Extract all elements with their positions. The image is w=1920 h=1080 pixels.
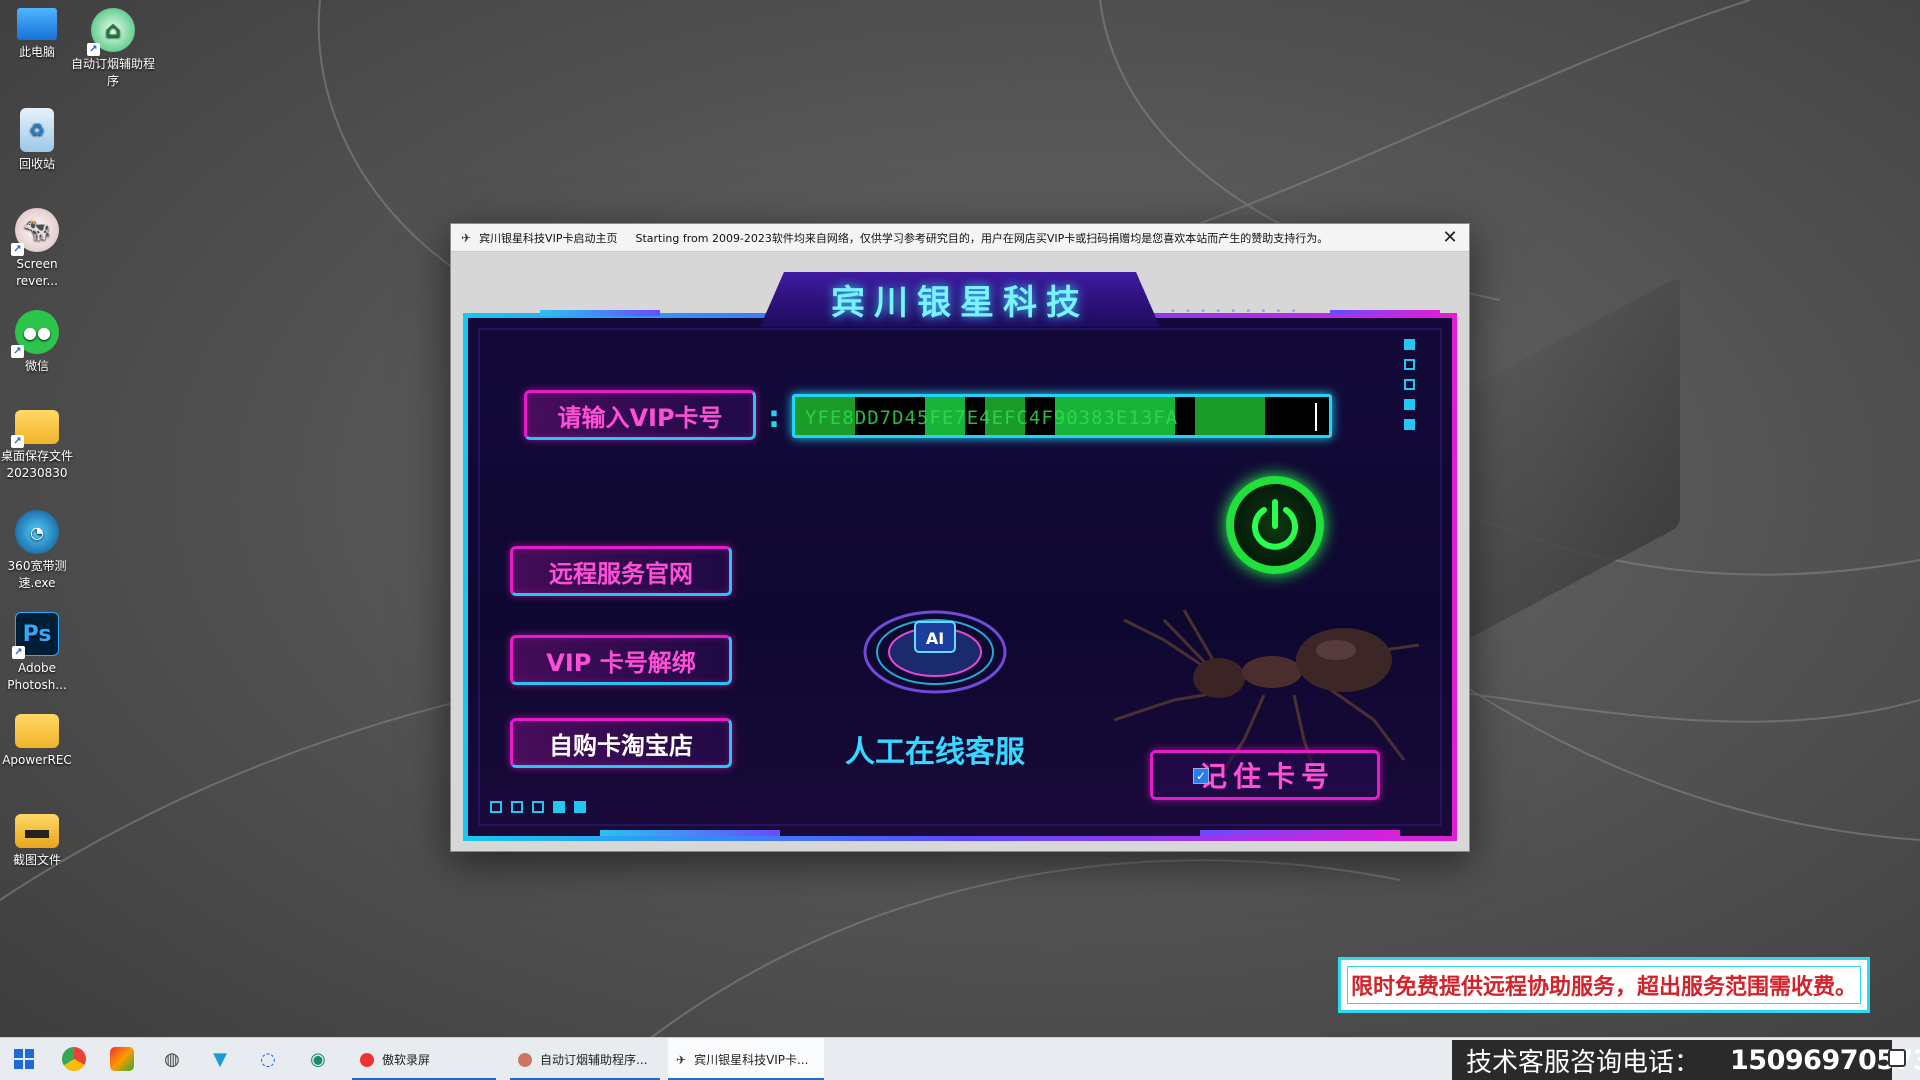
- vip-label: 请输入VIP卡号: [557, 403, 723, 432]
- brand-title: 宾川银星科技: [831, 283, 1089, 323]
- power-start-button[interactable]: [1226, 476, 1324, 574]
- vip-unbind-label: VIP 卡号解绑: [546, 648, 696, 677]
- desktop-icon-label: 微信: [24, 359, 49, 373]
- plane-icon: ✈: [676, 1052, 687, 1067]
- decor-dots: • • • • • • • • •: [1170, 306, 1300, 317]
- taskbar-app-vip-launcher[interactable]: ✈ 宾川银星科技VIP卡...: [668, 1038, 824, 1080]
- globe-icon[interactable]: ◍: [160, 1047, 184, 1071]
- shield-app-icon[interactable]: ▼: [208, 1047, 232, 1071]
- monitor-icon: [17, 8, 57, 40]
- power-icon: [1252, 499, 1298, 550]
- notification-icon[interactable]: [1888, 1049, 1906, 1067]
- desktop-icon-label: 桌面保存文件20230830: [0, 449, 73, 480]
- photoshop-icon: Ps ↗: [12, 612, 59, 659]
- app-title-icon: ✈: [461, 230, 472, 245]
- folder-icon: [15, 814, 59, 848]
- folder-icon: [15, 714, 59, 748]
- decor-squares-right: [1404, 339, 1415, 439]
- speedometer-icon: ◔: [15, 510, 59, 554]
- brand-header: 宾川银星科技: [760, 272, 1160, 327]
- svg-text:AI: AI: [926, 629, 944, 648]
- desktop-icon-wechat[interactable]: ●● ↗ 微信: [0, 310, 80, 375]
- settings-app-icon[interactable]: ◉: [306, 1047, 330, 1071]
- taskbar-app-label: 宾川银星科技VIP卡...: [694, 1053, 809, 1067]
- taskbar-app-auto-order[interactable]: 自动订烟辅助程序...: [510, 1038, 660, 1080]
- chat-app-icon[interactable]: ◌: [256, 1047, 280, 1071]
- window-titlebar[interactable]: ✈ 宾川银星科技VIP卡启动主页 Starting from 2009-2023…: [451, 224, 1469, 252]
- app-icon: [518, 1052, 532, 1067]
- desktop-icon-screen-rever[interactable]: 🐄 ↗ Screen rever...: [0, 208, 80, 290]
- taobao-store-label: 自购卡淘宝店: [549, 731, 693, 760]
- text-caret: [1315, 403, 1317, 431]
- desktop-icon-apowerrec[interactable]: ApowerREC: [0, 714, 80, 769]
- taskbar-app-label: 自动订烟辅助程序...: [540, 1053, 648, 1067]
- desktop-icon-this-pc[interactable]: 此电脑: [0, 8, 80, 61]
- decor-squares-bottom: [490, 801, 586, 813]
- vip-colon: :: [768, 400, 780, 435]
- vip-card-value: YFE8DD7D45FE7E4EFC4F90383E13FA: [805, 407, 1179, 429]
- cow-app-icon: 🐄 ↗: [11, 208, 59, 256]
- desktop-icon-label: Screen rever...: [16, 257, 58, 288]
- shortcut-arrow-icon: ↗: [87, 43, 100, 56]
- taskbar-app-screen-recorder[interactable]: 傲软录屏: [352, 1038, 496, 1080]
- chrome-icon[interactable]: [62, 1047, 86, 1071]
- ai-chip-icon[interactable]: AI: [860, 590, 1010, 700]
- recycle-bin-icon: ♻: [20, 108, 54, 152]
- desktop-icon-label: 自动订烟辅助程序: [70, 57, 155, 88]
- shortcut-arrow-icon: ↗: [11, 243, 24, 256]
- decor-line: [540, 310, 660, 316]
- ant-illustration: [1113, 609, 1420, 770]
- decor-line: [600, 830, 780, 836]
- remember-card-toggle[interactable]: 记住卡号: [1150, 750, 1380, 800]
- notice-banner: 限时免费提供远程协助服务，超出服务范围需收费。: [1338, 957, 1870, 1013]
- tech-support-label: 技术客服咨询电话：: [1466, 1047, 1701, 1078]
- desktop-icon-recycle-bin[interactable]: ♻ 回收站: [0, 108, 80, 173]
- decor-line: [1330, 310, 1440, 316]
- start-windows-icon[interactable]: [12, 1047, 36, 1071]
- desktop-icon-360-speedtest[interactable]: ◔ 360宽带测速.exe: [0, 510, 80, 592]
- taobao-store-button[interactable]: 自购卡淘宝店: [510, 718, 732, 768]
- remote-service-site-button[interactable]: 远程服务官网: [510, 546, 732, 596]
- desktop-icon-desktop-save[interactable]: ↗ 桌面保存文件20230830: [0, 410, 80, 482]
- folder-icon: ↗: [11, 410, 59, 448]
- app-icon[interactable]: [110, 1047, 134, 1071]
- desktop-icon-label: ApowerREC: [2, 753, 72, 767]
- censor-block: [1195, 397, 1265, 435]
- shortcut-arrow-icon: ↗: [12, 646, 25, 659]
- shortcut-arrow-icon: ↗: [11, 345, 24, 358]
- desktop-icon-label: 此电脑: [18, 45, 55, 59]
- desktop-icon-label: 回收站: [18, 157, 55, 171]
- notice-text: 限时免费提供远程协助服务，超出服务范围需收费。: [1350, 975, 1857, 1000]
- desktop-icon-screenshots[interactable]: 截图文件: [0, 814, 80, 869]
- wechat-icon: ●● ↗: [11, 310, 59, 358]
- desktop-icon-photoshop[interactable]: Ps ↗ Adobe Photosh...: [0, 612, 80, 694]
- vip-label-box: 请输入VIP卡号: [524, 390, 756, 440]
- tech-support-banner: 技术客服咨询电话： 15096970573: [1452, 1040, 1920, 1080]
- desktop-icon-auto-order[interactable]: ⌂ ↗ 自动订烟辅助程序: [70, 8, 156, 90]
- desktop-icon-label: Adobe Photosh...: [7, 661, 67, 692]
- window-subtitle: Starting from 2009-2023软件均来自网络，仅供学习参考研究目…: [635, 231, 1329, 245]
- taskbar-app-label: 傲软录屏: [382, 1053, 431, 1067]
- desktop-icon-label: 360宽带测速.exe: [7, 559, 67, 590]
- remote-service-site-label: 远程服务官网: [549, 559, 693, 588]
- decor-line: [1200, 830, 1400, 836]
- house-app-icon: ⌂ ↗: [87, 8, 135, 56]
- vip-unbind-button[interactable]: VIP 卡号解绑: [510, 635, 732, 685]
- record-icon: [360, 1052, 374, 1067]
- close-button[interactable]: ✕: [1439, 227, 1461, 249]
- remember-card-checkbox[interactable]: ✓: [1193, 768, 1209, 784]
- vip-card-input[interactable]: YFE8DD7D45FE7E4EFC4F90383E13FA: [792, 394, 1332, 438]
- shortcut-arrow-icon: ↗: [11, 435, 24, 448]
- desktop-icon-label: 截图文件: [12, 853, 61, 867]
- online-service-link[interactable]: 人工在线客服: [830, 727, 1040, 771]
- window-title: 宾川银星科技VIP卡启动主页: [479, 231, 618, 245]
- remember-card-label: 记住卡号: [1199, 760, 1336, 793]
